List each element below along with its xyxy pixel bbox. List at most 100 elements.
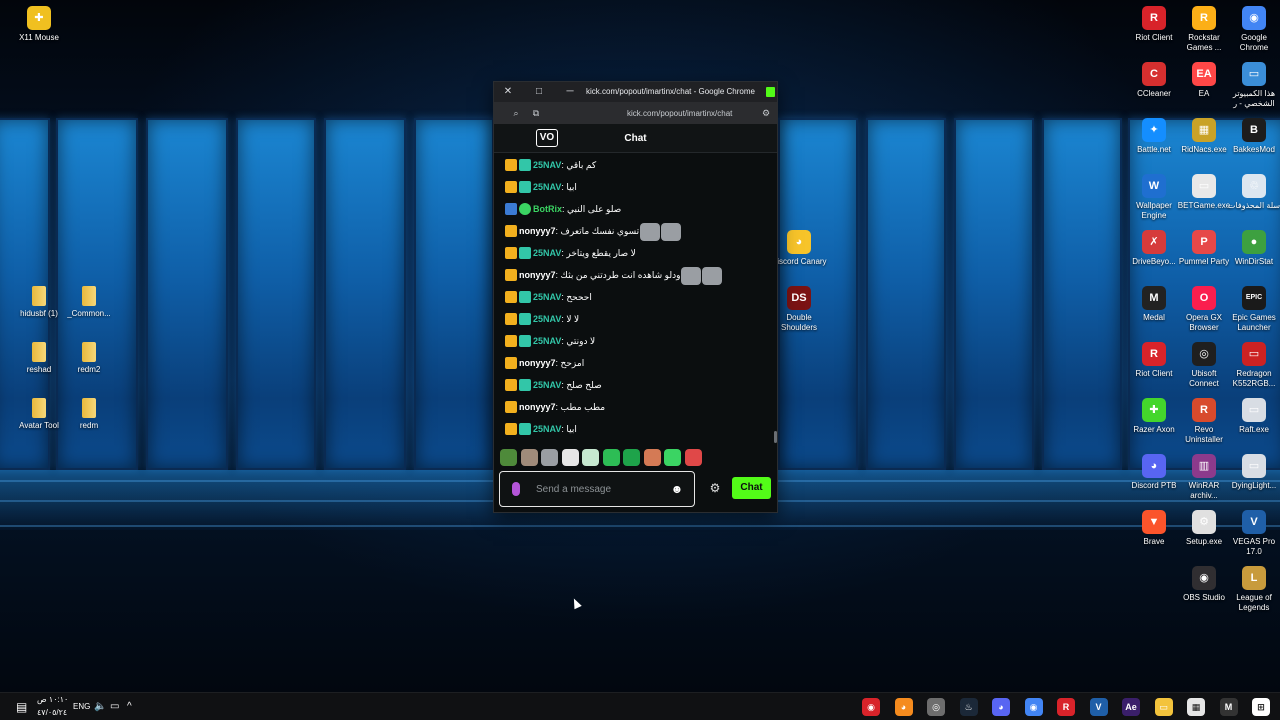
crown-badge-icon[interactable] [505, 246, 517, 259]
chrome-icon[interactable]: ◉ [1024, 698, 1043, 716]
desktop-shortcut[interactable]: ✚ Razer Axon [1126, 398, 1182, 435]
crown-badge-icon[interactable] [505, 422, 517, 435]
volume-icon[interactable]: 🔈 [94, 693, 106, 720]
frog-emote-icon[interactable] [664, 449, 681, 466]
zoom-icon[interactable]: ⌕ [510, 107, 522, 119]
desktop-shortcut[interactable]: ▼ Brave [1126, 510, 1182, 547]
desktop-shortcut[interactable]: M Medal [1126, 286, 1182, 323]
pepe-emote-icon[interactable] [500, 449, 517, 466]
desktop-shortcut[interactable]: DS Double Shoulders [771, 286, 827, 333]
medal-icon[interactable]: M [1219, 698, 1238, 716]
crown-badge-icon[interactable] [505, 224, 517, 237]
send-chat-button[interactable]: Chat [732, 477, 771, 499]
grid-badge-icon[interactable] [519, 378, 531, 391]
desktop-shortcut[interactable]: redm [61, 398, 117, 431]
desktop-shortcut[interactable]: W Wallpaper Engine [1126, 174, 1182, 221]
desktop-shortcut[interactable]: ▦ RidNacs.exe [1176, 118, 1232, 155]
site-settings-icon[interactable]: ⚙ [760, 107, 772, 119]
chat-username[interactable]: nonyyy7 [519, 402, 556, 412]
desktop-shortcut[interactable]: Avatar Tool [11, 398, 67, 431]
desktop-shortcut[interactable]: ✗ DriveBeyo... [1126, 230, 1182, 267]
file-explorer-icon[interactable]: ▭ [1154, 698, 1173, 716]
desktop-shortcut[interactable]: O Opera GX Browser [1176, 286, 1232, 333]
crown-badge-icon[interactable] [505, 158, 517, 171]
grid-badge-icon[interactable] [519, 180, 531, 193]
scrollbar[interactable] [774, 431, 777, 443]
chat-username[interactable]: BotRix [533, 204, 562, 214]
grid-badge-icon[interactable] [519, 290, 531, 303]
chat-message-list[interactable]: 25NAV: كم باقي 25NAV: ابيا BotRix: صلو على… [494, 154, 777, 444]
store-icon[interactable]: ▦ [1187, 698, 1205, 716]
desktop-shortcut[interactable]: ✦ Battle.net [1126, 118, 1182, 155]
desktop-shortcut[interactable]: ▭ Raft.exe [1226, 398, 1280, 435]
desktop-shortcut[interactable]: ✚ X11 Mouse [11, 6, 67, 43]
desktop-shortcut[interactable]: ◎ Ubisoft Connect [1176, 342, 1232, 389]
steam-icon[interactable]: ♨ [959, 698, 978, 716]
chat-username[interactable]: 25NAV [533, 336, 561, 346]
cat-emote-icon[interactable] [520, 449, 538, 466]
chat-username[interactable]: 25NAV [533, 182, 561, 192]
desktop-shortcut[interactable]: ⚙ Setup.exe [1176, 510, 1232, 547]
green-emote-icon[interactable] [602, 449, 620, 466]
verified-badge-icon[interactable] [519, 202, 531, 215]
url-text[interactable]: kick.com/popout/imartinx/chat [627, 109, 732, 118]
desktop-shortcut[interactable]: C CCleaner [1126, 62, 1182, 99]
language-indicator[interactable]: ENG [73, 693, 90, 720]
spin-emote-icon[interactable] [623, 449, 640, 466]
clown-emote-icon[interactable] [582, 449, 599, 466]
network-icon[interactable]: ▭ [110, 693, 119, 720]
desktop-shortcut[interactable]: R Rockstar Games ... [1176, 6, 1232, 53]
after-effects-icon[interactable]: Ae [1122, 698, 1140, 716]
chat-username[interactable]: 25NAV [533, 424, 561, 434]
desktop-shortcut[interactable]: ♲ سلة المحذوفات [1226, 174, 1280, 211]
grid-badge-icon[interactable] [519, 246, 531, 259]
desktop-shortcut[interactable]: L League of Legends [1226, 566, 1280, 613]
chat-username[interactable]: 25NAV [533, 314, 561, 324]
maximize-icon[interactable]: □ [533, 86, 545, 98]
chat-settings-icon[interactable]: ⚙ [708, 481, 722, 495]
crown-badge-icon[interactable] [505, 312, 517, 325]
desktop-shortcut[interactable]: R Riot Client [1126, 6, 1182, 43]
microphone-icon[interactable] [512, 482, 520, 496]
grid-badge-icon[interactable] [519, 158, 531, 171]
desktop-shortcut[interactable]: ▭ DyingLight... [1226, 454, 1280, 491]
desktop-shortcut[interactable]: hidusbf (1) [11, 286, 67, 319]
crown-badge-icon[interactable] [505, 378, 517, 391]
chat-username[interactable]: 25NAV [533, 248, 561, 258]
grid-badge-icon[interactable] [519, 312, 531, 325]
emoji-picker-icon[interactable]: ☻ [670, 482, 684, 496]
chat-message-input[interactable] [536, 481, 664, 497]
crown-badge-icon[interactable] [505, 356, 517, 369]
desktop-shortcut[interactable]: redm2 [61, 342, 117, 375]
crown-badge-icon[interactable] [505, 334, 517, 347]
desktop-shortcut[interactable]: _Common... [61, 286, 117, 319]
chat-username[interactable]: 25NAV [533, 292, 561, 302]
desktop-shortcut[interactable]: ◉ OBS Studio [1176, 566, 1232, 603]
chat-username[interactable]: 25NAV [533, 160, 561, 170]
crown-badge-icon[interactable] [505, 180, 517, 193]
desktop-shortcut[interactable]: ◉ Google Chrome [1226, 6, 1280, 53]
desktop-shortcut[interactable]: B BakkesMod [1226, 118, 1280, 155]
grid-badge-icon[interactable] [519, 422, 531, 435]
ghost-emote-icon[interactable] [561, 449, 579, 466]
opera-icon[interactable]: ◕ [894, 698, 913, 716]
desktop-shortcut[interactable]: P Pummel Party [1176, 230, 1232, 267]
crown-badge-icon[interactable] [505, 400, 517, 413]
minimize-icon[interactable]: ─ [564, 86, 576, 98]
desktop-shortcut[interactable]: ◕ Discord Canary [771, 230, 827, 267]
desktop-shortcut[interactable]: EPIC Epic Games Launcher [1226, 286, 1280, 333]
sword-badge-icon[interactable] [505, 202, 517, 215]
hand-emote-icon[interactable] [643, 449, 661, 466]
cat2-emote-icon[interactable] [541, 449, 558, 466]
chrome-dev-icon[interactable]: ◎ [927, 698, 945, 716]
grid-badge-icon[interactable] [519, 334, 531, 347]
desktop-shortcut[interactable]: ▭ BETGame.exe [1176, 174, 1232, 211]
vegas-icon[interactable]: V [1089, 698, 1108, 716]
tray-expand-icon[interactable]: ^ [127, 693, 132, 720]
desktop-shortcut[interactable]: ● WinDirStat [1226, 230, 1280, 267]
cast-icon[interactable]: ⧉ [530, 107, 542, 119]
desktop-shortcut[interactable]: V VEGAS Pro 17.0 [1226, 510, 1280, 557]
desktop-shortcut[interactable]: ▥ WinRAR archiv... [1176, 454, 1232, 501]
crown-badge-icon[interactable] [505, 268, 517, 281]
riot-icon[interactable]: ◉ [862, 698, 880, 716]
